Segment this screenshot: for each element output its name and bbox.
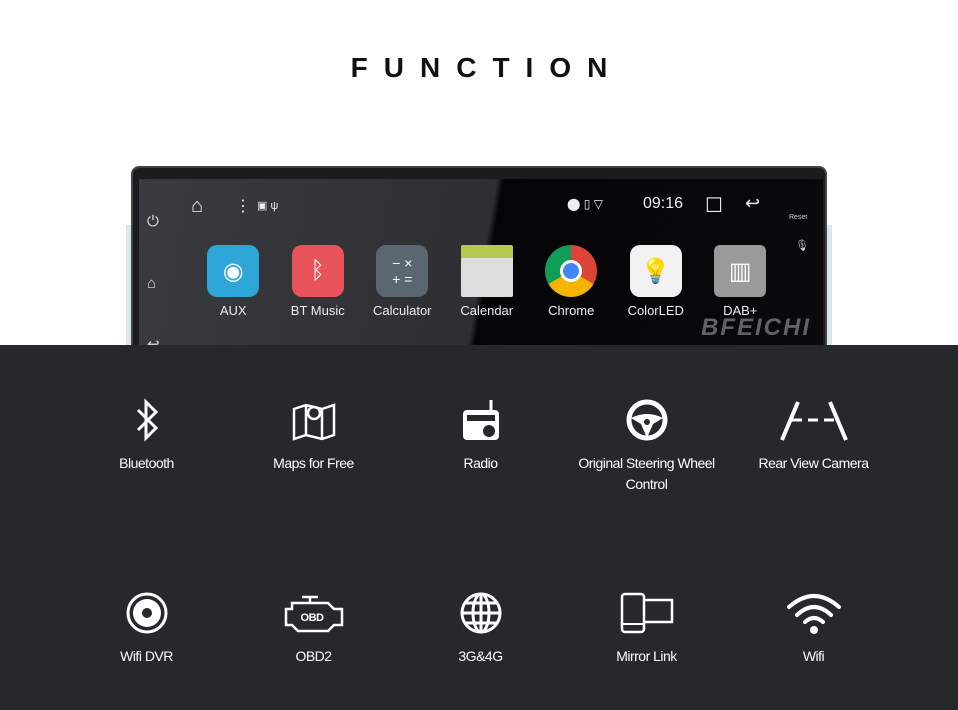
bluetooth-icon: [63, 395, 230, 445]
recent-apps-icon[interactable]: ☐: [705, 193, 723, 218]
feature-steering: Original Steering Wheel Control: [563, 395, 730, 495]
feature-label: Wifi: [802, 648, 825, 664]
location-bt-wifi-icon: ⬤ ▯ ▽: [567, 197, 603, 211]
feature-rear-camera: Rear View Camera: [730, 395, 897, 474]
lightbulb-icon: 💡: [629, 245, 682, 297]
camera-shutter-icon: [63, 588, 230, 638]
feature-maps: Maps for Free: [230, 395, 397, 474]
head-unit-screen: ⏻ ⌂ ↩ ⌂ ⋮ ▣ ψ ⬤ ▯ ▽ 09:16 ☐ ↩ ◉AUX ᛒBT M…: [139, 179, 823, 359]
head-unit: ⏻ ⌂ ↩ ⌂ ⋮ ▣ ψ ⬤ ▯ ▽ 09:16 ☐ ↩ ◉AUX ᛒBT M…: [131, 166, 827, 359]
wifi-icon: [730, 588, 897, 638]
app-calculator[interactable]: − × + = Calculator: [360, 245, 445, 318]
microphone-icon: 🎙: [795, 240, 809, 252]
bluetooth-icon: ᛒ: [291, 245, 344, 297]
app-label: ColorLED: [627, 303, 684, 318]
feature-radio: Radio: [397, 395, 564, 474]
app-colorled[interactable]: 💡 ColorLED: [614, 245, 699, 318]
feature-label: Original Steering Wheel Control: [578, 455, 715, 492]
map-icon: [230, 395, 397, 445]
feature-obd2: OBD OBD2: [230, 588, 397, 667]
chrome-icon: [545, 245, 598, 297]
app-label: AUX: [219, 303, 247, 318]
app-dab[interactable]: ▥ DAB+: [698, 245, 783, 318]
brand-watermark: BFEICHI: [701, 314, 811, 341]
feature-bluetooth: Bluetooth: [63, 395, 230, 474]
app-grid: ◉ AUX ᛒ BT Music − × + = Calculator Calendar…: [191, 245, 783, 318]
calendar-icon: [460, 245, 513, 297]
feature-label: Mirror Link: [616, 648, 677, 664]
app-label: Calendar: [460, 303, 514, 318]
home-icon[interactable]: ⌂: [147, 275, 156, 292]
feature-label: 3G&4G: [458, 648, 503, 664]
steering-wheel-icon: [563, 395, 730, 445]
power-icon[interactable]: ⏻: [147, 213, 159, 230]
app-bt-music[interactable]: ᛒ BT Music: [276, 245, 361, 318]
feature-label: OBD2: [295, 648, 332, 664]
feature-wifi: Wifi: [730, 588, 897, 667]
aux-icon: ◉: [207, 245, 260, 297]
calculator-icon: − × + =: [376, 245, 429, 297]
feature-3g4g: 3G&4G: [397, 588, 564, 667]
radio-icon: ▥: [714, 245, 767, 297]
clock: 09:16: [643, 195, 684, 212]
rear-camera-icon: [730, 395, 897, 445]
feature-label: Bluetooth: [119, 455, 174, 471]
app-label: Chrome: [548, 303, 595, 318]
feature-mirror-link: Mirror Link: [563, 588, 730, 667]
feature-label: Maps for Free: [273, 455, 354, 471]
feature-label: Radio: [463, 455, 498, 471]
menu-dots-icon[interactable]: ⋮: [235, 196, 251, 216]
app-aux[interactable]: ◉ AUX: [191, 245, 276, 318]
feature-label: Wifi DVR: [120, 648, 173, 664]
globe-icon: [397, 588, 564, 638]
obd-engine-icon: OBD: [230, 588, 397, 638]
mirror-link-icon: [563, 588, 730, 638]
feature-panel: Bluetooth Maps for Free Radio Original S…: [0, 345, 958, 710]
page-title: FUNCTION: [350, 52, 624, 83]
feature-wifi-dvr: Wifi DVR: [63, 588, 230, 667]
app-chrome[interactable]: Chrome: [529, 245, 614, 318]
app-label: Calculator: [372, 303, 432, 318]
app-label: BT Music: [290, 303, 345, 318]
back-icon[interactable]: ↩: [745, 193, 760, 214]
image-usb-icon: ▣ ψ: [257, 200, 279, 212]
reset-label: Reset: [789, 214, 808, 221]
svg-text:OBD: OBD: [300, 612, 324, 624]
home-icon[interactable]: ⌂: [191, 195, 203, 218]
feature-label: Rear View Camera: [758, 455, 869, 471]
radio-icon: [397, 395, 564, 445]
app-calendar[interactable]: Calendar: [445, 245, 530, 318]
